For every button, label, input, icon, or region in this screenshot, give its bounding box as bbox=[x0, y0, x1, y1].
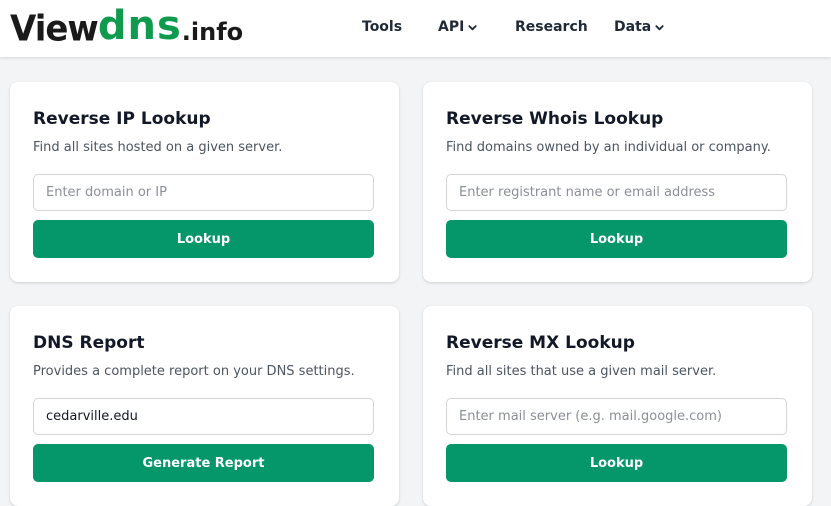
reverse-mx-card: Reverse MX Lookup Find all sites that us… bbox=[423, 306, 812, 506]
chevron-down-icon bbox=[655, 24, 664, 30]
dns-domain-input[interactable] bbox=[33, 398, 374, 435]
reverse-ip-lookup-button[interactable]: Lookup bbox=[33, 220, 374, 258]
card-title: Reverse MX Lookup bbox=[446, 333, 635, 353]
nav-data[interactable]: Data bbox=[614, 17, 665, 37]
nav-api-label: API bbox=[438, 19, 465, 35]
logo-view-text: View bbox=[10, 8, 99, 51]
nav-research-label: Research bbox=[515, 19, 588, 35]
card-description: Find domains owned by an individual or c… bbox=[446, 140, 771, 155]
viewdns-logo[interactable]: View dns .info bbox=[10, 3, 244, 51]
generate-report-button[interactable]: Generate Report bbox=[33, 444, 374, 482]
nav-tools-label: Tools bbox=[362, 19, 403, 35]
card-description: Find all sites that use a given mail ser… bbox=[446, 364, 717, 379]
top-navbar: View dns .info Tools API Research Data bbox=[0, 0, 831, 57]
nav-research[interactable]: Research bbox=[515, 17, 588, 37]
nav-api[interactable]: API bbox=[438, 17, 478, 37]
card-description: Find all sites hosted on a given server. bbox=[33, 140, 283, 155]
card-title: Reverse Whois Lookup bbox=[446, 109, 664, 129]
domain-ip-input[interactable] bbox=[33, 174, 374, 211]
registrant-input[interactable] bbox=[446, 174, 787, 211]
logo-info-text: .info bbox=[181, 18, 244, 46]
nav-tools[interactable]: Tools bbox=[362, 17, 402, 37]
chevron-down-icon bbox=[468, 24, 477, 30]
logo-dns-text: dns bbox=[97, 3, 182, 49]
card-title: Reverse IP Lookup bbox=[33, 109, 211, 129]
dns-report-card: DNS Report Provides a complete report on… bbox=[10, 306, 399, 506]
reverse-ip-card: Reverse IP Lookup Find all sites hosted … bbox=[10, 82, 399, 282]
reverse-whois-lookup-button[interactable]: Lookup bbox=[446, 220, 787, 258]
reverse-whois-card: Reverse Whois Lookup Find domains owned … bbox=[423, 82, 812, 282]
reverse-mx-lookup-button[interactable]: Lookup bbox=[446, 444, 787, 482]
card-title: DNS Report bbox=[33, 333, 145, 353]
nav-data-label: Data bbox=[614, 19, 652, 35]
mail-server-input[interactable] bbox=[446, 398, 787, 435]
card-description: Provides a complete report on your DNS s… bbox=[33, 364, 355, 379]
